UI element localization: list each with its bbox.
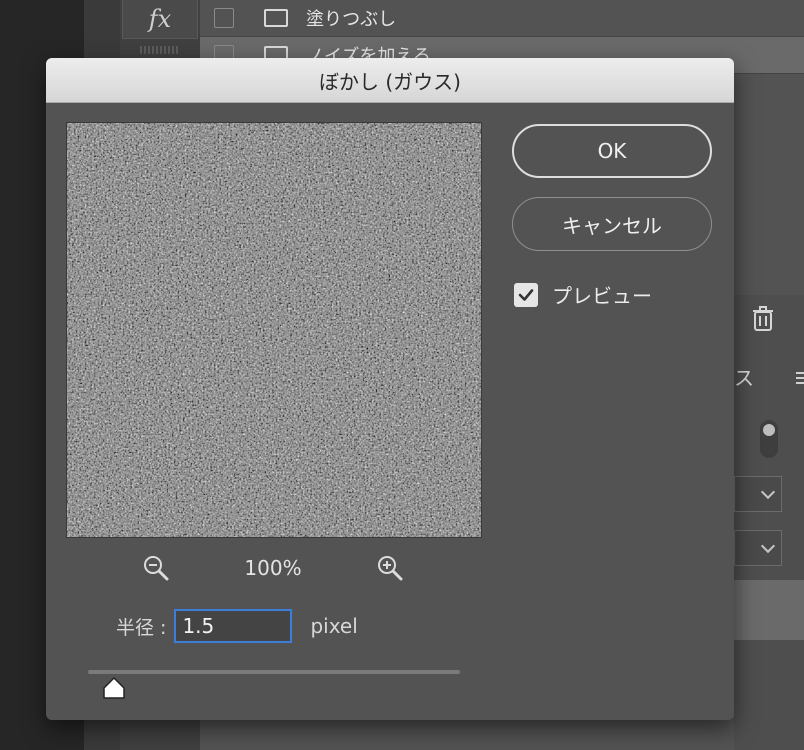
dialog-title: ぼかし (ガウス)	[319, 69, 461, 94]
fx-button[interactable]: fx	[122, 0, 198, 39]
photoshop-workspace: fx 塗りつぶし ノイズを加える ス ぼかし (ガウス) 100% 半径: 1…	[0, 0, 804, 750]
panel-grip[interactable]	[140, 46, 180, 54]
zoom-in-icon[interactable]	[376, 554, 404, 582]
dropdown[interactable]	[734, 476, 782, 512]
toggle-switch[interactable]	[760, 420, 778, 458]
list-icon	[264, 9, 288, 27]
radius-unit: pixel	[310, 614, 358, 638]
radius-slider-thumb[interactable]	[102, 676, 126, 700]
fx-label: fx	[148, 5, 172, 33]
chevron-down-icon	[760, 484, 776, 500]
dialog-titlebar[interactable]: ぼかし (ガウス)	[46, 58, 734, 103]
radius-label: 半径 :	[116, 616, 167, 639]
noise-preview-image	[67, 123, 481, 537]
partial-tab-label[interactable]: ス	[734, 362, 754, 391]
cancel-button-label: キャンセル	[562, 213, 662, 238]
preview-checkbox-label: プレビュー	[552, 284, 652, 308]
chevron-down-icon	[760, 538, 776, 554]
zoom-out-icon[interactable]	[142, 554, 170, 582]
zoom-controls: 100%	[66, 554, 480, 584]
layer-row-label: 塗りつぶし	[306, 9, 397, 30]
ok-button[interactable]: OK	[512, 124, 712, 178]
layer-row[interactable]: 塗りつぶし	[200, 0, 804, 37]
radius-input[interactable]	[174, 609, 293, 643]
dropdown[interactable]	[734, 530, 782, 566]
preview-checkbox[interactable]: プレビュー	[514, 280, 652, 309]
radius-slider-track[interactable]	[88, 670, 460, 674]
zoom-level: 100%	[244, 556, 302, 580]
ok-button-label: OK	[597, 139, 627, 163]
cancel-button[interactable]: キャンセル	[512, 197, 712, 251]
trash-icon[interactable]	[752, 306, 774, 338]
radius-row: 半径 : pixel	[116, 606, 358, 646]
panel-block	[734, 580, 804, 640]
layer-visibility-checkbox[interactable]	[214, 8, 234, 28]
preview-area[interactable]	[66, 122, 482, 538]
panel-menu-icon[interactable]	[796, 370, 804, 384]
checkmark-icon[interactable]	[514, 282, 538, 307]
gaussian-blur-dialog: ぼかし (ガウス) 100% 半径: 1.5 pixel OK キャンセル プ…	[46, 58, 734, 720]
